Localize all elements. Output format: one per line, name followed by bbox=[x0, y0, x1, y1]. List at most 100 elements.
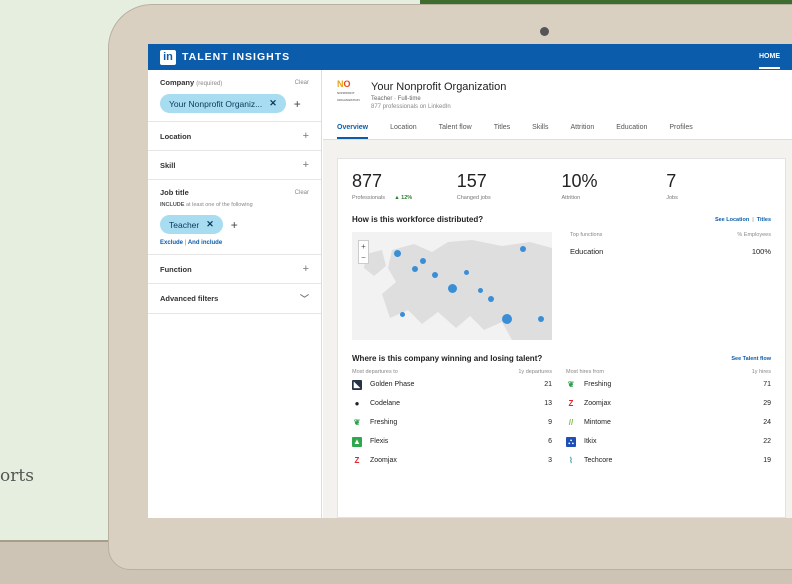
table-row[interactable]: ▲ Flexis 6 ⛬ Itkix 22 bbox=[338, 432, 785, 451]
home-link[interactable]: HOME bbox=[759, 45, 780, 69]
org-logo-icon: NO NONPROFIT ORGANIZATION bbox=[337, 79, 360, 103]
stat-attrition: 10% Attrition bbox=[561, 171, 598, 201]
golden-phase-icon: ◣ bbox=[352, 379, 362, 390]
skill-filter[interactable]: Skill + bbox=[148, 151, 321, 180]
function-row[interactable]: Education 100% bbox=[570, 247, 771, 256]
tab-profiles[interactable]: Profiles bbox=[669, 124, 692, 139]
advanced-filters-label: Advanced filters bbox=[160, 294, 219, 303]
company-filter: Company (required) Clear Your Nonprofit … bbox=[148, 70, 321, 122]
tab-location[interactable]: Location bbox=[390, 124, 416, 139]
skill-filter-label: Skill bbox=[160, 160, 176, 170]
stats-row: 877 Professionals ▲ 12% 157 Changed jobs… bbox=[338, 159, 785, 201]
talent-table-header: Most departures to 1y departures Most hi… bbox=[352, 369, 771, 375]
map-dot[interactable] bbox=[420, 258, 426, 264]
map-dot[interactable] bbox=[464, 270, 469, 275]
org-meta: Teacher · Full-time bbox=[371, 96, 421, 102]
codelane-icon: ● bbox=[354, 398, 360, 408]
job-title-filter: Job title Clear INCLUDE at least one of t… bbox=[148, 180, 321, 255]
close-icon[interactable]: ✕ bbox=[269, 98, 277, 109]
distribution-title: How is this workforce distributed? bbox=[352, 215, 484, 224]
required-note: (required) bbox=[196, 81, 223, 87]
tab-titles[interactable]: Titles bbox=[494, 124, 510, 139]
tab-bar: Overview Location Talent flow Titles Ski… bbox=[337, 124, 778, 139]
org-count: 877 professionals on LinkedIn bbox=[371, 104, 451, 110]
tab-overview[interactable]: Overview bbox=[337, 124, 369, 139]
map-zoom-control[interactable]: + − bbox=[358, 240, 369, 264]
add-job-title-button[interactable]: + bbox=[231, 218, 238, 232]
pct-employees-header: % Employees bbox=[737, 232, 771, 238]
stat-changed-jobs: 157 Changed jobs bbox=[456, 171, 491, 201]
app-title: TALENT INSIGHTS bbox=[182, 51, 291, 63]
table-row[interactable]: ● Codelane 13 Z Zoomjax 29 bbox=[338, 394, 785, 413]
top-functions-header: Top functions bbox=[570, 232, 603, 238]
company-clear-button[interactable]: Clear bbox=[295, 80, 309, 86]
map-dot[interactable] bbox=[432, 272, 438, 278]
map-dot[interactable] bbox=[412, 266, 418, 272]
tab-education[interactable]: Education bbox=[616, 124, 647, 139]
advanced-filters[interactable]: Advanced filters ﹀ bbox=[148, 284, 321, 314]
tab-talent-flow[interactable]: Talent flow bbox=[439, 124, 472, 139]
techcore-icon: ⌇ bbox=[569, 455, 573, 465]
map-dot[interactable] bbox=[478, 288, 483, 293]
zoom-out-button[interactable]: − bbox=[359, 252, 368, 263]
org-header: NO NONPROFIT ORGANIZATION Your Nonprofit … bbox=[323, 70, 792, 140]
see-talent-flow-link[interactable]: See Talent flow bbox=[731, 356, 771, 362]
zoom-in-button[interactable]: + bbox=[359, 241, 368, 252]
top-bar: in TALENT INSIGHTS HOME bbox=[148, 44, 792, 70]
tab-skills[interactable]: Skills bbox=[532, 124, 548, 139]
table-row[interactable]: Z Zoomjax 3 ⌇ Techcore 19 bbox=[338, 451, 785, 470]
and-include-link[interactable]: And include bbox=[188, 240, 222, 246]
map-dot[interactable] bbox=[448, 284, 457, 293]
mintome-icon: // bbox=[568, 417, 574, 427]
main-panel: NO NONPROFIT ORGANIZATION Your Nonprofit … bbox=[323, 70, 792, 518]
filter-sidebar: Company (required) Clear Your Nonprofit … bbox=[148, 70, 322, 518]
table-row[interactable]: ❦ Freshing 9 //Mintome 24 bbox=[338, 413, 785, 432]
teacher-pill[interactable]: Teacher ✕ bbox=[160, 215, 223, 234]
map-dot[interactable] bbox=[394, 250, 401, 257]
zoomjax-icon: Z bbox=[568, 398, 574, 408]
zoomjax-icon: Z bbox=[354, 455, 360, 465]
camera-icon bbox=[540, 27, 549, 36]
table-row[interactable]: ◣ Golden Phase 21 ❦ Freshing 71 bbox=[338, 375, 785, 394]
add-location-button[interactable]: + bbox=[303, 130, 309, 142]
add-company-button[interactable]: + bbox=[294, 97, 301, 111]
background-caption: orts bbox=[0, 466, 34, 486]
add-function-button[interactable]: + bbox=[303, 263, 309, 275]
map-dot[interactable] bbox=[488, 296, 494, 302]
screen: in TALENT INSIGHTS HOME Company (require… bbox=[148, 44, 792, 518]
titles-link[interactable]: Titles bbox=[757, 217, 771, 223]
function-filter-label: Function bbox=[160, 264, 192, 274]
stat-professionals: 877 Professionals ▲ 12% bbox=[352, 171, 413, 201]
itkix-icon: ⛬ bbox=[566, 436, 576, 447]
see-location-link[interactable]: See Location bbox=[715, 217, 749, 223]
include-label: INCLUDE bbox=[160, 202, 185, 208]
org-name: Your Nonprofit Organization bbox=[371, 81, 507, 93]
function-filter[interactable]: Function + bbox=[148, 255, 321, 284]
flexis-icon: ▲ bbox=[352, 436, 362, 447]
workforce-map[interactable]: + − bbox=[352, 232, 552, 340]
job-title-clear-button[interactable]: Clear bbox=[295, 190, 309, 196]
map-dot[interactable] bbox=[520, 246, 526, 252]
location-filter-label: Location bbox=[160, 131, 192, 141]
overview-card: 877 Professionals ▲ 12% 157 Changed jobs… bbox=[337, 158, 786, 518]
company-pill-label: Your Nonprofit Organiz... bbox=[169, 98, 263, 109]
freshing-icon: ❦ bbox=[353, 417, 361, 427]
close-icon[interactable]: ✕ bbox=[206, 219, 214, 230]
stat-jobs: 7 Jobs bbox=[666, 171, 678, 201]
job-title-filter-label: Job title bbox=[160, 188, 189, 197]
linkedin-logo-icon[interactable]: in bbox=[160, 49, 176, 65]
link-separator: | bbox=[184, 240, 187, 246]
company-pill[interactable]: Your Nonprofit Organiz... ✕ bbox=[160, 94, 286, 113]
top-functions: Top functions % Employees Education 100% bbox=[570, 232, 771, 340]
map-dot[interactable] bbox=[538, 316, 544, 322]
tab-attrition[interactable]: Attrition bbox=[571, 124, 595, 139]
exclude-link[interactable]: Exclude bbox=[160, 240, 183, 246]
map-dot[interactable] bbox=[502, 314, 512, 324]
location-filter[interactable]: Location + bbox=[148, 122, 321, 151]
chevron-down-icon[interactable]: ﹀ bbox=[300, 292, 309, 305]
delta-badge: ▲ 12% bbox=[394, 195, 413, 201]
talent-title: Where is this company winning and losing… bbox=[352, 354, 543, 363]
map-dot[interactable] bbox=[400, 312, 405, 317]
company-filter-label: Company bbox=[160, 78, 195, 87]
add-skill-button[interactable]: + bbox=[303, 159, 309, 171]
